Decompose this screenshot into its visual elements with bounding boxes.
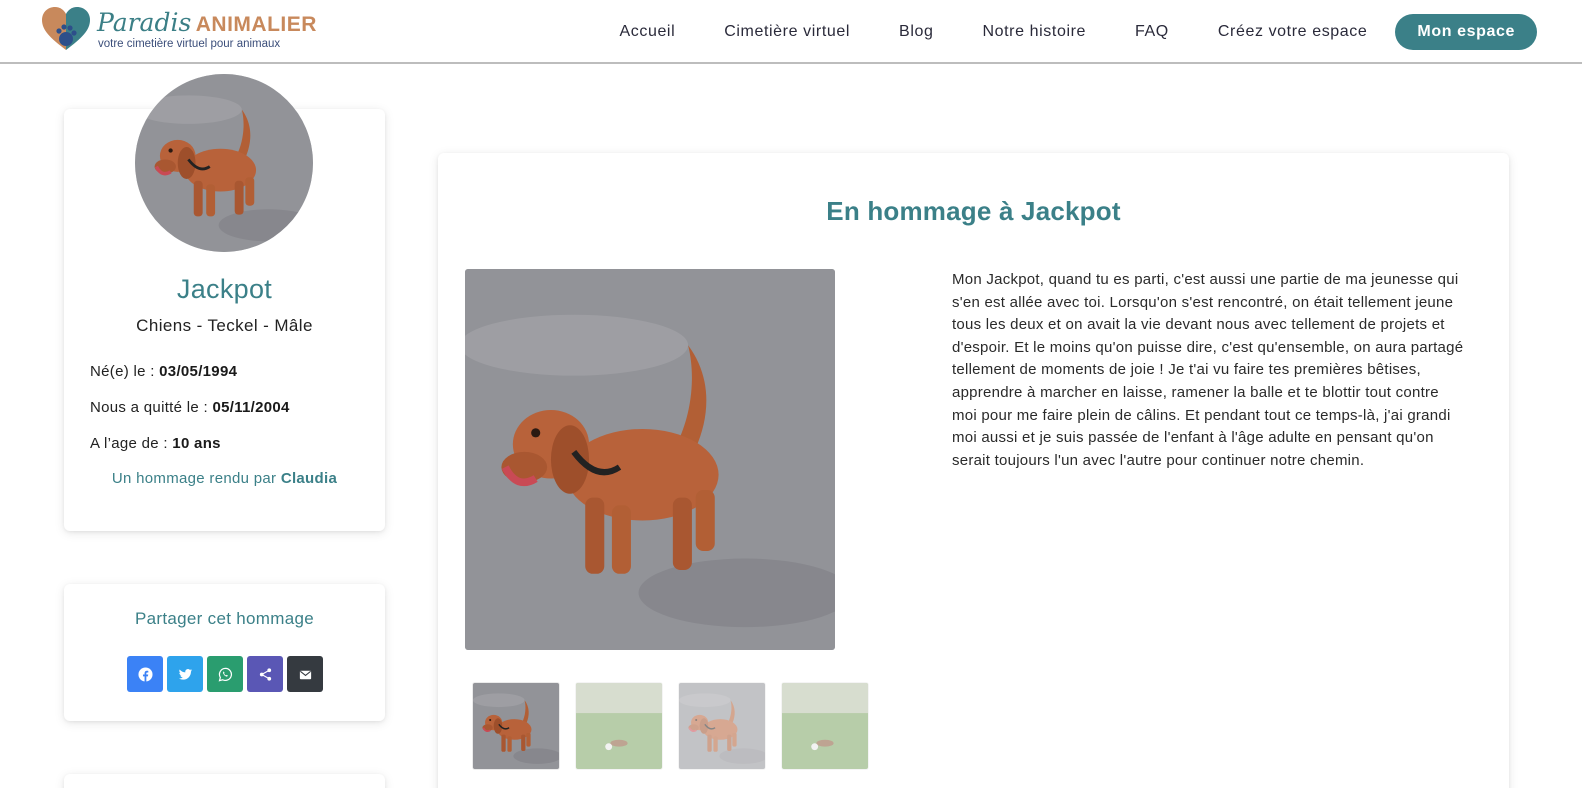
- twitter-share-button[interactable]: [167, 656, 203, 692]
- tribute-card: En hommage à Jackpot Mon Jackpot, quand …: [438, 153, 1509, 788]
- nav-notre-histoire[interactable]: Notre histoire: [982, 23, 1086, 41]
- age-row: A l’age de : 10 ans: [90, 435, 221, 452]
- photo-thumbnails: [473, 683, 868, 769]
- profile-card: Jackpot Chiens - Teckel - Mâle Né(e) le …: [64, 74, 385, 531]
- share-card: Partager cet hommage: [64, 584, 385, 721]
- logo-tagline: votre cimetière virtuel pour animaux: [98, 38, 281, 50]
- share-title: Partager cet hommage: [135, 609, 314, 628]
- logo-caps: ANIMALIER: [195, 13, 317, 36]
- age-label: A l’age de :: [90, 435, 168, 452]
- email-share-button[interactable]: [287, 656, 323, 692]
- main-nav: Accueil Cimetière virtuel Blog Notre his…: [619, 14, 1537, 50]
- logo-wordmark: Paradis ANIMALIER: [97, 8, 317, 37]
- nav-accueil[interactable]: Accueil: [619, 23, 675, 41]
- mon-espace-button[interactable]: Mon espace: [1395, 14, 1537, 50]
- tribute-author-name[interactable]: Claudia: [281, 470, 337, 487]
- pet-name: Jackpot: [176, 274, 273, 304]
- tribute-author-label: Un hommage rendu par: [111, 470, 277, 487]
- twitter-icon: [178, 668, 192, 680]
- nav-creez-votre-espace[interactable]: Créez votre espace: [1218, 23, 1368, 41]
- thumbnail-2[interactable]: [576, 683, 662, 769]
- tribute-line: tellement de moments de joie ! Je t'ai v…: [952, 361, 1421, 379]
- share-icon: [259, 667, 271, 681]
- nav-blog[interactable]: Blog: [899, 23, 933, 41]
- birth-date-label: Né(e) le :: [90, 363, 155, 380]
- heart-paw-logo-icon: [42, 7, 90, 50]
- birth-date-row: Né(e) le : 03/05/1994: [90, 363, 237, 380]
- whatsapp-icon: [218, 667, 232, 681]
- birth-date-value: 03/05/1994: [159, 363, 238, 380]
- death-date-label: Nous a quitté le :: [90, 399, 208, 416]
- tribute-author: Un hommage rendu par Claudia: [64, 470, 385, 487]
- site-header: Paradis ANIMALIER votre cimetière virtue…: [0, 0, 1582, 64]
- mail-icon: [299, 670, 311, 679]
- pet-avatar: [135, 74, 313, 252]
- facebook-share-button[interactable]: [127, 656, 163, 692]
- thumbnail-1[interactable]: [473, 683, 559, 769]
- tribute-line: tous les deux et on avait la vie devant …: [952, 316, 1445, 334]
- tribute-line: moi aussi et je suis passée de l'enfant …: [952, 429, 1434, 447]
- tribute-line: d'espoir. Et le moins qu'on puisse dire,…: [952, 338, 1464, 356]
- tribute-line: apprendre à marcher en laisse, ramener l…: [952, 383, 1439, 401]
- main-pet-photo[interactable]: [465, 269, 835, 650]
- tribute-line: s'en est allée avec toi. Lorsqu'on s'est…: [952, 293, 1454, 311]
- next-sidebar-card: [64, 774, 385, 788]
- death-date-value: 05/11/2004: [212, 399, 290, 416]
- thumbnail-4[interactable]: [782, 683, 868, 769]
- generic-share-button[interactable]: [247, 656, 283, 692]
- tribute-line: moi pour me faire plein de câlins. Et pe…: [952, 406, 1451, 424]
- thumbnail-3[interactable]: [679, 683, 765, 769]
- nav-cimetiere-virtuel[interactable]: Cimetière virtuel: [724, 23, 850, 41]
- tribute-text: Mon Jackpot, quand tu es parti, c'est au…: [952, 269, 1486, 472]
- share-buttons: [127, 656, 323, 692]
- tribute-line: Mon Jackpot, quand tu es parti, c'est au…: [952, 271, 1459, 288]
- tribute-line: serait toujours l'un avec l'autre pour c…: [952, 451, 1365, 469]
- facebook-icon: [137, 666, 153, 682]
- whatsapp-share-button[interactable]: [207, 656, 243, 692]
- logo-script: Paradis: [97, 8, 192, 37]
- death-date-row: Nous a quitté le : 05/11/2004: [90, 399, 290, 416]
- pet-species: Chiens - Teckel - Mâle: [136, 316, 313, 335]
- tribute-title: En hommage à Jackpot: [826, 196, 1121, 226]
- nav-faq[interactable]: FAQ: [1135, 23, 1169, 41]
- age-value: 10 ans: [172, 435, 221, 452]
